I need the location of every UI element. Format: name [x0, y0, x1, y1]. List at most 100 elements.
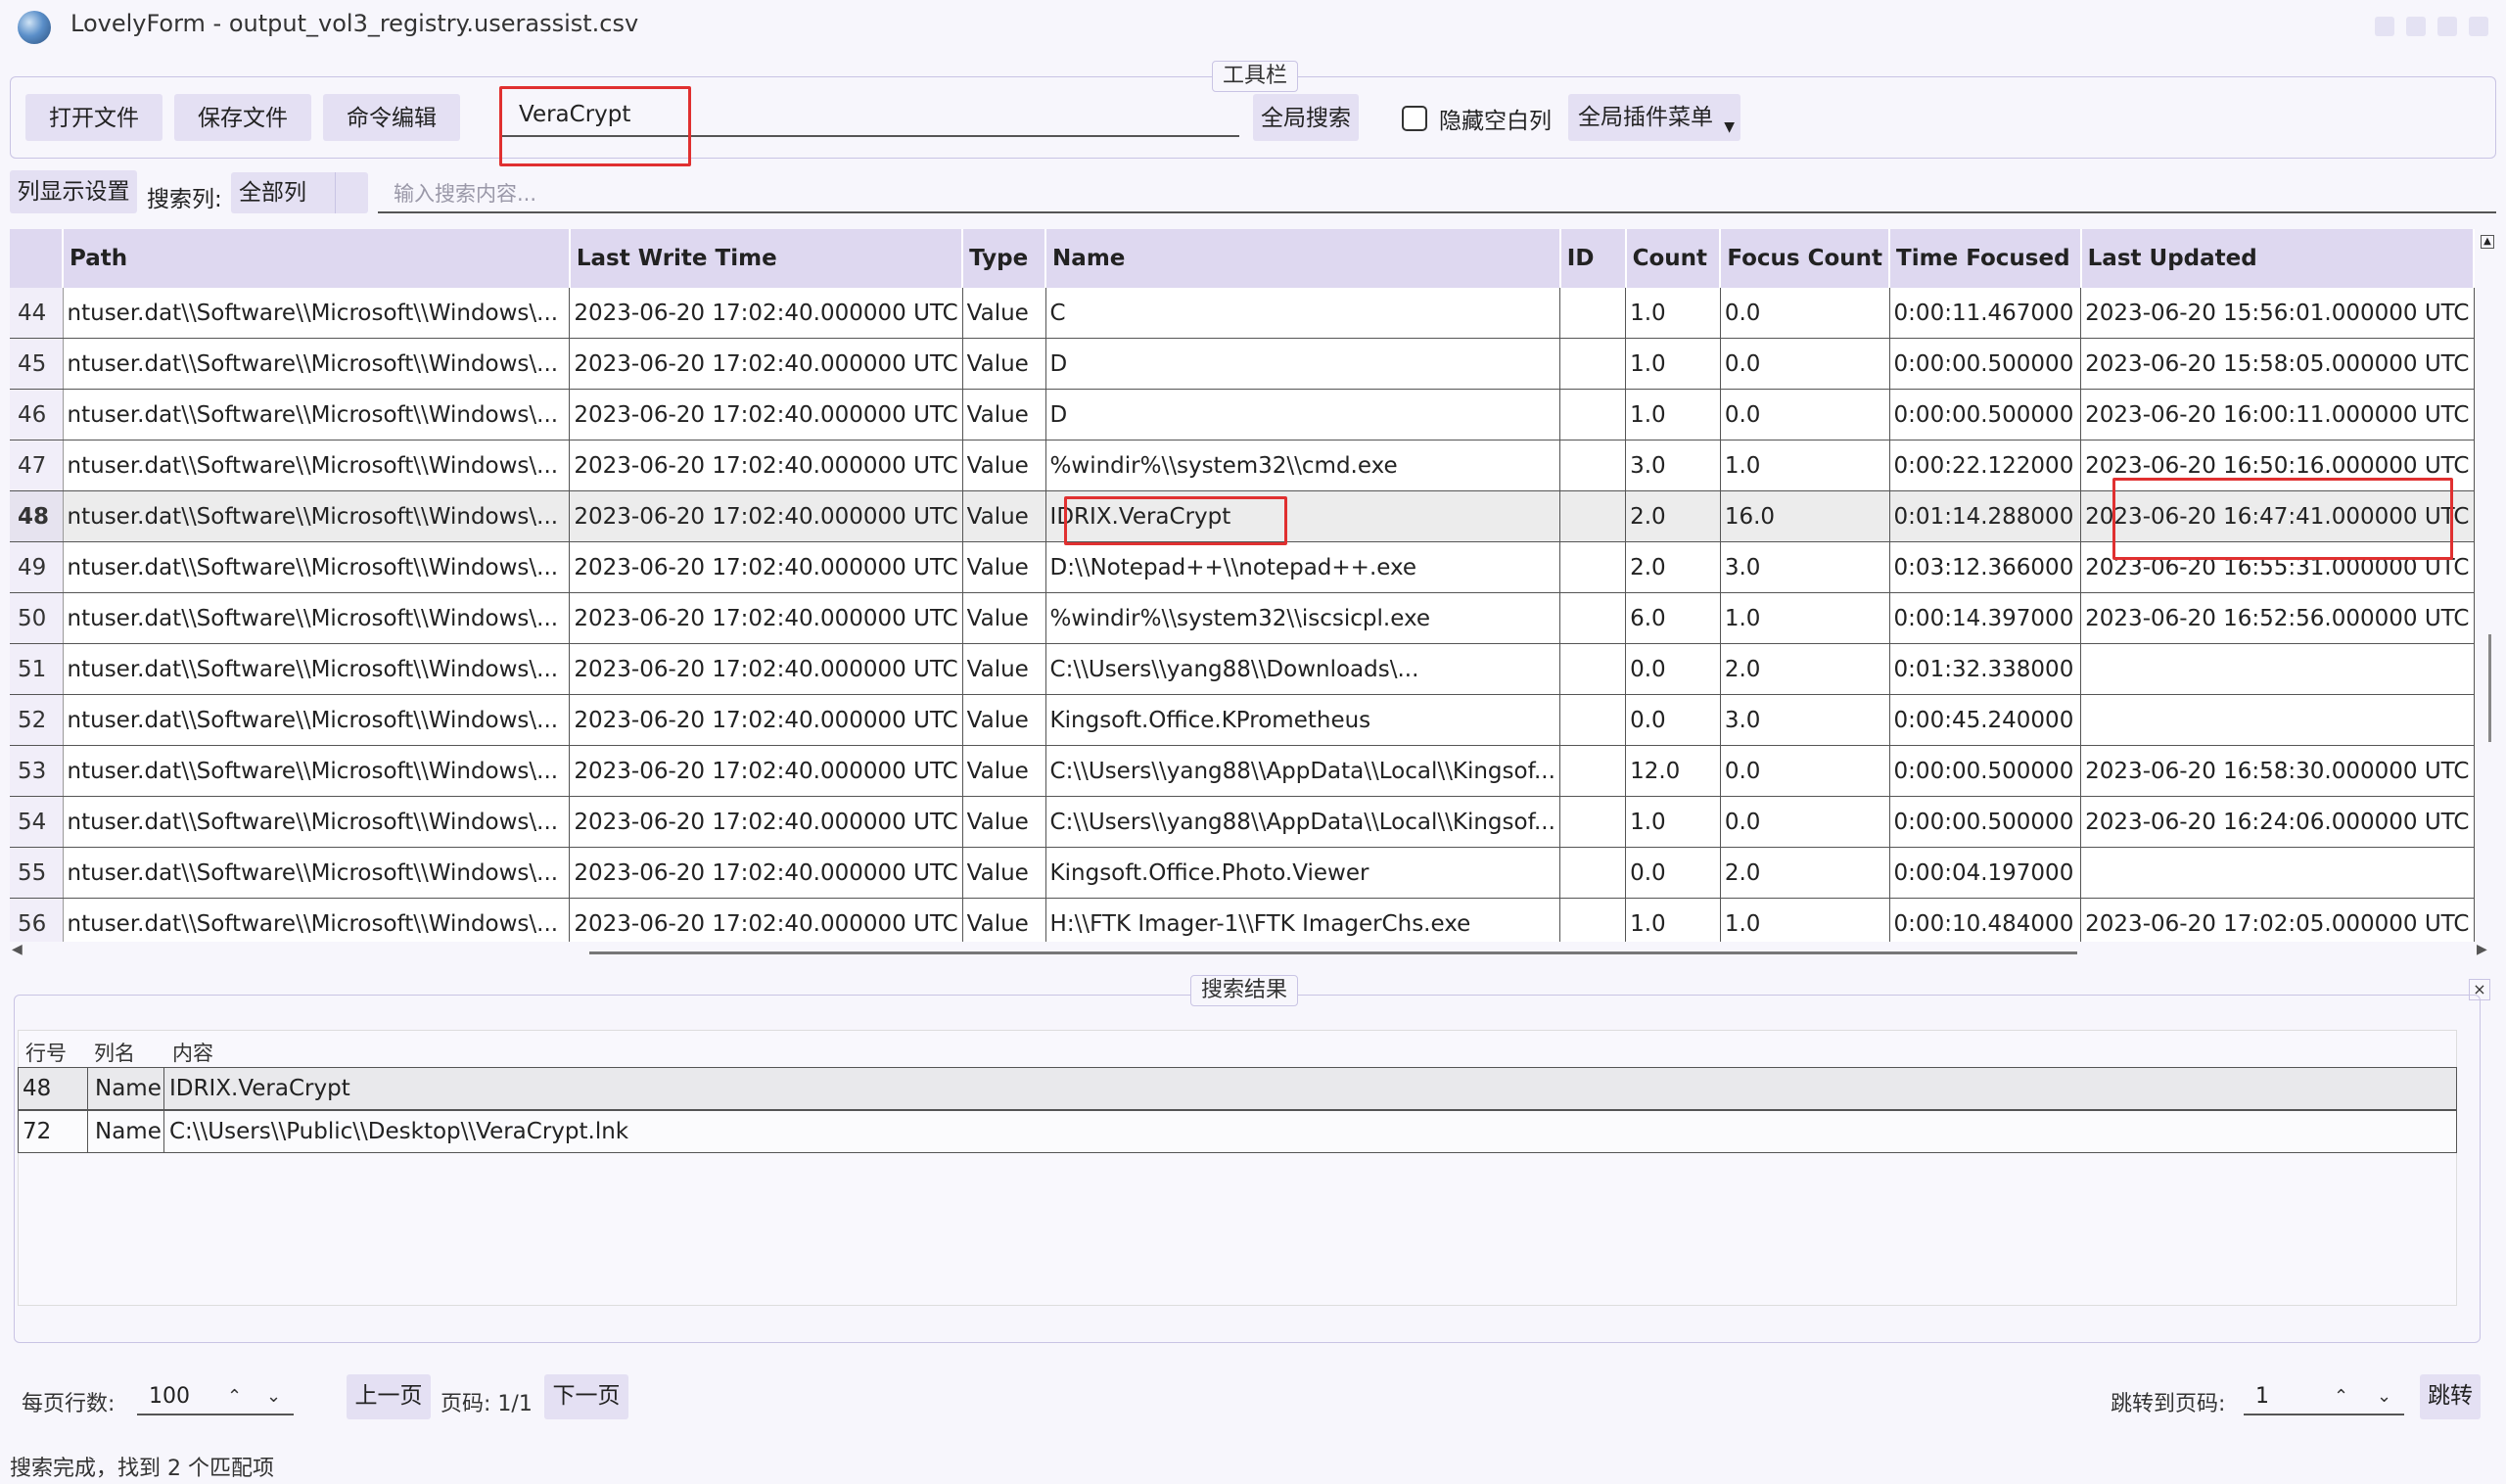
row-number-cell[interactable]: 53 [10, 745, 64, 797]
row-number-cell[interactable]: 47 [10, 440, 64, 491]
cell-time-focused[interactable]: 0:00:00.500000 [1889, 796, 2082, 848]
cell-last-updated[interactable] [2080, 643, 2475, 695]
cell-time-focused[interactable]: 0:00:14.397000 [1889, 592, 2082, 644]
cell-path[interactable]: ntuser.dat\\Software\\Microsoft\\Windows… [63, 288, 571, 339]
cell-path[interactable]: ntuser.dat\\Software\\Microsoft\\Windows… [63, 541, 571, 593]
cell-count[interactable]: 1.0 [1625, 288, 1721, 339]
cell-type[interactable]: Value [962, 847, 1046, 899]
table-row[interactable]: 49 ntuser.dat\\Software\\Microsoft\\Windo… [10, 541, 2475, 593]
cell-count[interactable]: 2.0 [1625, 541, 1721, 593]
column-header-name[interactable]: Name [1045, 229, 1561, 288]
cell-path[interactable]: ntuser.dat\\Software\\Microsoft\\Windows… [63, 847, 571, 899]
cell-id[interactable] [1559, 288, 1627, 339]
jump-button[interactable]: 跳转 [2420, 1374, 2481, 1419]
table-row[interactable]: 55 ntuser.dat\\Software\\Microsoft\\Windo… [10, 847, 2475, 899]
maximize-button[interactable] [2406, 17, 2426, 36]
close-window-button[interactable] [2469, 17, 2488, 36]
row-number-cell[interactable]: 49 [10, 541, 64, 593]
cell-last-write-time[interactable]: 2023-06-20 17:02:40.000000 UTC [569, 338, 963, 390]
cell-focus-count[interactable]: 0.0 [1720, 288, 1890, 339]
cell-last-updated[interactable] [2080, 694, 2475, 746]
cell-path[interactable]: ntuser.dat\\Software\\Microsoft\\Windows… [63, 643, 571, 695]
prev-page-button[interactable]: 上一页 [347, 1374, 431, 1419]
cell-last-write-time[interactable]: 2023-06-20 17:02:40.000000 UTC [569, 389, 963, 441]
cell-path[interactable]: ntuser.dat\\Software\\Microsoft\\Windows… [63, 694, 571, 746]
cell-path[interactable]: ntuser.dat\\Software\\Microsoft\\Windows… [63, 796, 571, 848]
minimize-button[interactable] [2375, 17, 2394, 36]
cell-type[interactable]: Value [962, 541, 1046, 593]
open-file-button[interactable]: 打开文件 [25, 94, 162, 141]
cell-type[interactable]: Value [962, 288, 1046, 339]
cell-count[interactable]: 0.0 [1625, 847, 1721, 899]
cell-id[interactable] [1559, 338, 1627, 390]
global-search-button[interactable]: 全局搜索 [1253, 94, 1359, 141]
row-number-cell[interactable]: 50 [10, 592, 64, 644]
cell-type[interactable]: Value [962, 490, 1046, 542]
cell-type[interactable]: Value [962, 338, 1046, 390]
result-row[interactable]: 48 Name IDRIX.VeraCrypt [18, 1067, 2457, 1110]
cell-id[interactable] [1559, 643, 1627, 695]
cell-last-updated[interactable]: 2023-06-20 16:58:30.000000 UTC [2080, 745, 2475, 797]
vertical-scroll-thumb[interactable] [2488, 634, 2491, 742]
cell-id[interactable] [1559, 694, 1627, 746]
decrement-icon[interactable]: ⌄ [2377, 1376, 2391, 1417]
cell-name[interactable]: D:\\Notepad++\\notepad++.exe [1045, 541, 1561, 593]
cell-focus-count[interactable]: 1.0 [1720, 440, 1890, 491]
table-row[interactable]: 50 ntuser.dat\\Software\\Microsoft\\Windo… [10, 592, 2475, 644]
cell-path[interactable]: ntuser.dat\\Software\\Microsoft\\Windows… [63, 389, 571, 441]
restore-button[interactable] [2437, 17, 2457, 36]
cell-id[interactable] [1559, 847, 1627, 899]
cell-time-focused[interactable]: 0:01:14.288000 [1889, 490, 2082, 542]
cell-id[interactable] [1559, 440, 1627, 491]
table-row[interactable]: 44 ntuser.dat\\Software\\Microsoft\\Windo… [10, 288, 2475, 339]
table-row[interactable]: 54 ntuser.dat\\Software\\Microsoft\\Windo… [10, 796, 2475, 848]
cell-last-write-time[interactable]: 2023-06-20 17:02:40.000000 UTC [569, 694, 963, 746]
cell-count[interactable]: 3.0 [1625, 440, 1721, 491]
table-row[interactable]: 46 ntuser.dat\\Software\\Microsoft\\Windo… [10, 389, 2475, 441]
cell-name[interactable]: %windir%\\system32\\iscsicpl.exe [1045, 592, 1561, 644]
cell-id[interactable] [1559, 389, 1627, 441]
cell-path[interactable]: ntuser.dat\\Software\\Microsoft\\Windows… [63, 745, 571, 797]
cell-time-focused[interactable]: 0:00:45.240000 [1889, 694, 2082, 746]
search-column-select[interactable]: 全部列 [231, 172, 368, 213]
cell-last-updated[interactable]: 2023-06-20 15:58:05.000000 UTC [2080, 338, 2475, 390]
horizontal-scroll-thumb[interactable] [589, 951, 2077, 954]
cell-id[interactable] [1559, 796, 1627, 848]
cell-time-focused[interactable]: 0:00:00.500000 [1889, 745, 2082, 797]
jump-page-spinbox[interactable]: 1 ⌃ ⌄ [2244, 1376, 2404, 1415]
next-page-button[interactable]: 下一页 [544, 1374, 628, 1419]
search-content-input[interactable]: 输入搜索内容... [378, 172, 2496, 213]
table-row[interactable]: 53 ntuser.dat\\Software\\Microsoft\\Windo… [10, 745, 2475, 797]
row-number-cell[interactable]: 51 [10, 643, 64, 695]
cell-last-updated[interactable] [2080, 847, 2475, 899]
cell-name[interactable]: C:\\Users\\yang88\\Downloads\... [1045, 643, 1561, 695]
cell-last-updated[interactable]: 2023-06-20 15:56:01.000000 UTC [2080, 288, 2475, 339]
cell-id[interactable] [1559, 541, 1627, 593]
row-number-cell[interactable]: 56 [10, 898, 64, 942]
column-header-count[interactable]: Count [1625, 229, 1722, 288]
cell-last-write-time[interactable]: 2023-06-20 17:02:40.000000 UTC [569, 440, 963, 491]
vertical-scrollbar[interactable] [2477, 229, 2498, 942]
close-results-button[interactable]: × [2469, 979, 2490, 1000]
save-file-button[interactable]: 保存文件 [174, 94, 311, 141]
column-header-path[interactable]: Path [63, 229, 571, 288]
cell-name[interactable]: Kingsoft.Office.Photo.Viewer [1045, 847, 1561, 899]
cell-path[interactable]: ntuser.dat\\Software\\Microsoft\\Windows… [63, 592, 571, 644]
cell-id[interactable] [1559, 898, 1627, 942]
row-number-cell[interactable]: 54 [10, 796, 64, 848]
cell-type[interactable]: Value [962, 694, 1046, 746]
cell-time-focused[interactable]: 0:00:00.500000 [1889, 338, 2082, 390]
row-number-cell[interactable]: 48 [10, 490, 64, 542]
command-edit-button[interactable]: 命令编辑 [323, 94, 460, 141]
table-row[interactable]: 45 ntuser.dat\\Software\\Microsoft\\Windo… [10, 338, 2475, 390]
cell-last-write-time[interactable]: 2023-06-20 17:02:40.000000 UTC [569, 490, 963, 542]
cell-type[interactable]: Value [962, 592, 1046, 644]
cell-type[interactable]: Value [962, 643, 1046, 695]
cell-last-write-time[interactable]: 2023-06-20 17:02:40.000000 UTC [569, 745, 963, 797]
row-number-cell[interactable]: 44 [10, 288, 64, 339]
table-row[interactable]: 51 ntuser.dat\\Software\\Microsoft\\Windo… [10, 643, 2475, 695]
increment-icon[interactable]: ⌃ [227, 1376, 242, 1417]
cell-time-focused[interactable]: 0:00:11.467000 [1889, 288, 2082, 339]
cell-last-updated[interactable]: 2023-06-20 16:00:11.000000 UTC [2080, 389, 2475, 441]
cell-last-updated[interactable]: 2023-06-20 17:02:05.000000 UTC [2080, 898, 2475, 942]
